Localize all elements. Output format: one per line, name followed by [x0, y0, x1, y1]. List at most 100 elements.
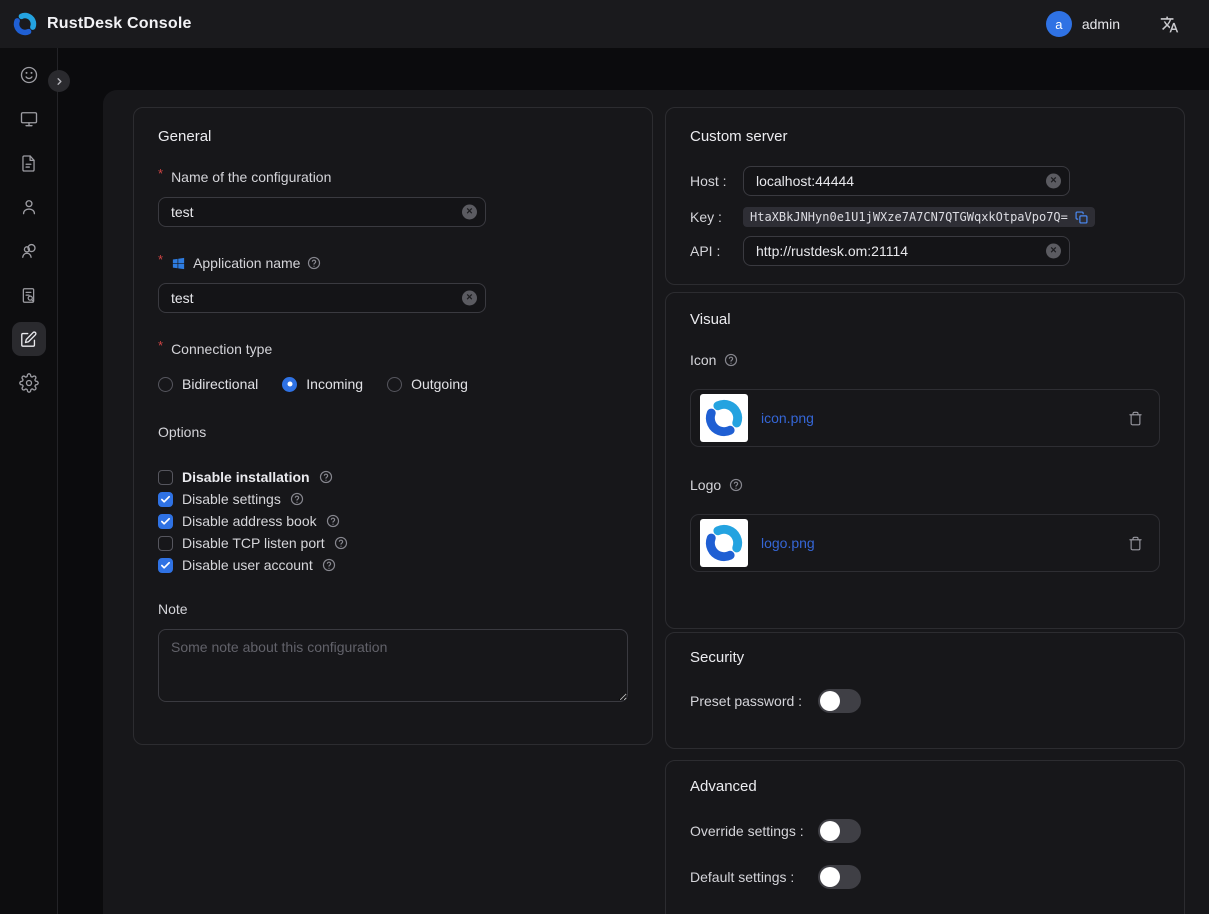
sidebar-item-devices[interactable]	[0, 97, 58, 141]
sidebar-item-users[interactable]	[0, 185, 58, 229]
option-disable-user-account[interactable]: Disable user account	[158, 554, 628, 576]
default-settings-toggle[interactable]	[818, 865, 861, 889]
note-label: Note	[158, 600, 628, 618]
visual-card: Visual Icon icon.png Logo logo.png	[665, 292, 1185, 629]
app-title: RustDesk Console	[47, 15, 192, 33]
user-icon	[12, 190, 46, 224]
logo-label: Logo	[690, 477, 1160, 493]
radio-icon	[387, 377, 402, 392]
gear-icon	[12, 366, 46, 400]
icon-thumbnail	[700, 394, 748, 442]
override-settings-label: Override settings :	[690, 823, 818, 839]
logo-upload-item: logo.png	[690, 514, 1160, 572]
clear-icon[interactable]: ×	[1046, 174, 1061, 189]
connection-type-group: Bidirectional Incoming Outgoing	[158, 375, 628, 393]
required-asterisk: *	[158, 165, 163, 183]
default-settings-label: Default settings :	[690, 869, 818, 885]
windows-logo-icon	[171, 256, 186, 271]
options-label: Options	[158, 423, 628, 441]
logo-thumbnail	[700, 519, 748, 567]
preset-password-toggle[interactable]	[818, 689, 861, 713]
copy-icon[interactable]	[1075, 211, 1088, 224]
custom-server-title: Custom server	[690, 127, 1160, 147]
clear-icon[interactable]: ×	[462, 205, 477, 220]
sidebar-item-audit[interactable]	[0, 273, 58, 317]
smiley-icon	[12, 58, 46, 92]
required-asterisk: *	[158, 337, 163, 355]
required-asterisk: *	[158, 251, 163, 269]
monitor-icon	[12, 102, 46, 136]
radio-outgoing[interactable]: Outgoing	[387, 376, 468, 392]
help-icon[interactable]	[729, 478, 743, 492]
note-textarea[interactable]	[158, 629, 628, 702]
help-icon[interactable]	[326, 514, 340, 528]
sidebar-item-settings[interactable]	[0, 361, 58, 405]
security-card: Security Preset password :	[665, 632, 1185, 749]
key-label: Key :	[690, 209, 743, 225]
server-key-chip: HtaXBkJNHyn0e1U1jWXze7A7CN7QTGWqxkOtpaVp…	[743, 207, 1095, 227]
options-list: Disable installation Disable settings Di…	[158, 466, 628, 576]
sidebar	[0, 48, 58, 914]
radio-bidirectional[interactable]: Bidirectional	[158, 376, 258, 392]
topbar: RustDesk Console a admin	[0, 0, 1209, 48]
server-key-value: HtaXBkJNHyn0e1U1jWXze7A7CN7QTGWqxkOtpaVp…	[750, 210, 1068, 224]
sidebar-item-documents[interactable]	[0, 141, 58, 185]
icon-upload-item: icon.png	[690, 389, 1160, 447]
trash-icon[interactable]	[1128, 411, 1143, 426]
general-card: General * Name of the configuration × * …	[133, 107, 653, 745]
override-settings-toggle[interactable]	[818, 819, 861, 843]
checkbox-icon	[158, 514, 173, 529]
user-group-icon	[12, 234, 46, 268]
translate-icon[interactable]	[1160, 15, 1179, 34]
custom-server-card: Custom server Host : × Key : HtaXBkJNHyn…	[665, 107, 1185, 285]
help-icon[interactable]	[307, 256, 321, 270]
advanced-card: Advanced Override settings : Default set…	[665, 760, 1185, 914]
checkbox-icon	[158, 470, 173, 485]
help-icon[interactable]	[290, 492, 304, 506]
document-icon	[12, 146, 46, 180]
user-name[interactable]: admin	[1082, 16, 1120, 32]
api-label: API :	[690, 243, 743, 259]
config-name-label: * Name of the configuration	[158, 168, 628, 186]
audit-log-icon	[12, 278, 46, 312]
host-input[interactable]	[743, 166, 1070, 196]
option-disable-settings[interactable]: Disable settings	[158, 488, 628, 510]
host-label: Host :	[690, 173, 743, 189]
api-input[interactable]	[743, 236, 1070, 266]
radio-icon	[158, 377, 173, 392]
option-disable-installation[interactable]: Disable installation	[158, 466, 628, 488]
help-icon[interactable]	[322, 558, 336, 572]
radio-incoming[interactable]: Incoming	[282, 376, 363, 392]
help-icon[interactable]	[724, 353, 738, 367]
icon-file-link[interactable]: icon.png	[761, 410, 814, 426]
clear-icon[interactable]: ×	[462, 291, 477, 306]
security-title: Security	[690, 648, 1160, 668]
advanced-title: Advanced	[690, 777, 1160, 797]
radio-icon	[282, 377, 297, 392]
checkbox-icon	[158, 558, 173, 573]
trash-icon[interactable]	[1128, 536, 1143, 551]
help-icon[interactable]	[334, 536, 348, 550]
main-content: General * Name of the configuration × * …	[103, 90, 1209, 914]
brand: RustDesk Console	[12, 11, 192, 37]
app-name-input[interactable]	[158, 283, 486, 313]
clear-icon[interactable]: ×	[1046, 244, 1061, 259]
preset-password-label: Preset password :	[690, 693, 818, 709]
connection-type-label: * Connection type	[158, 340, 628, 358]
checkbox-icon	[158, 492, 173, 507]
general-title: General	[158, 127, 628, 147]
help-icon[interactable]	[319, 470, 333, 484]
app-name-label: * Application name	[158, 254, 628, 272]
icon-label: Icon	[690, 352, 1160, 368]
sidebar-collapse-button[interactable]	[48, 70, 70, 92]
rustdesk-logo-icon	[12, 11, 38, 37]
config-name-input[interactable]	[158, 197, 486, 227]
logo-file-link[interactable]: logo.png	[761, 535, 815, 551]
sidebar-item-groups[interactable]	[0, 229, 58, 273]
edit-icon	[12, 322, 46, 356]
checkbox-icon	[158, 536, 173, 551]
option-disable-tcp-listen-port[interactable]: Disable TCP listen port	[158, 532, 628, 554]
avatar[interactable]: a	[1046, 11, 1072, 37]
option-disable-address-book[interactable]: Disable address book	[158, 510, 628, 532]
sidebar-item-custom-clients[interactable]	[0, 317, 58, 361]
